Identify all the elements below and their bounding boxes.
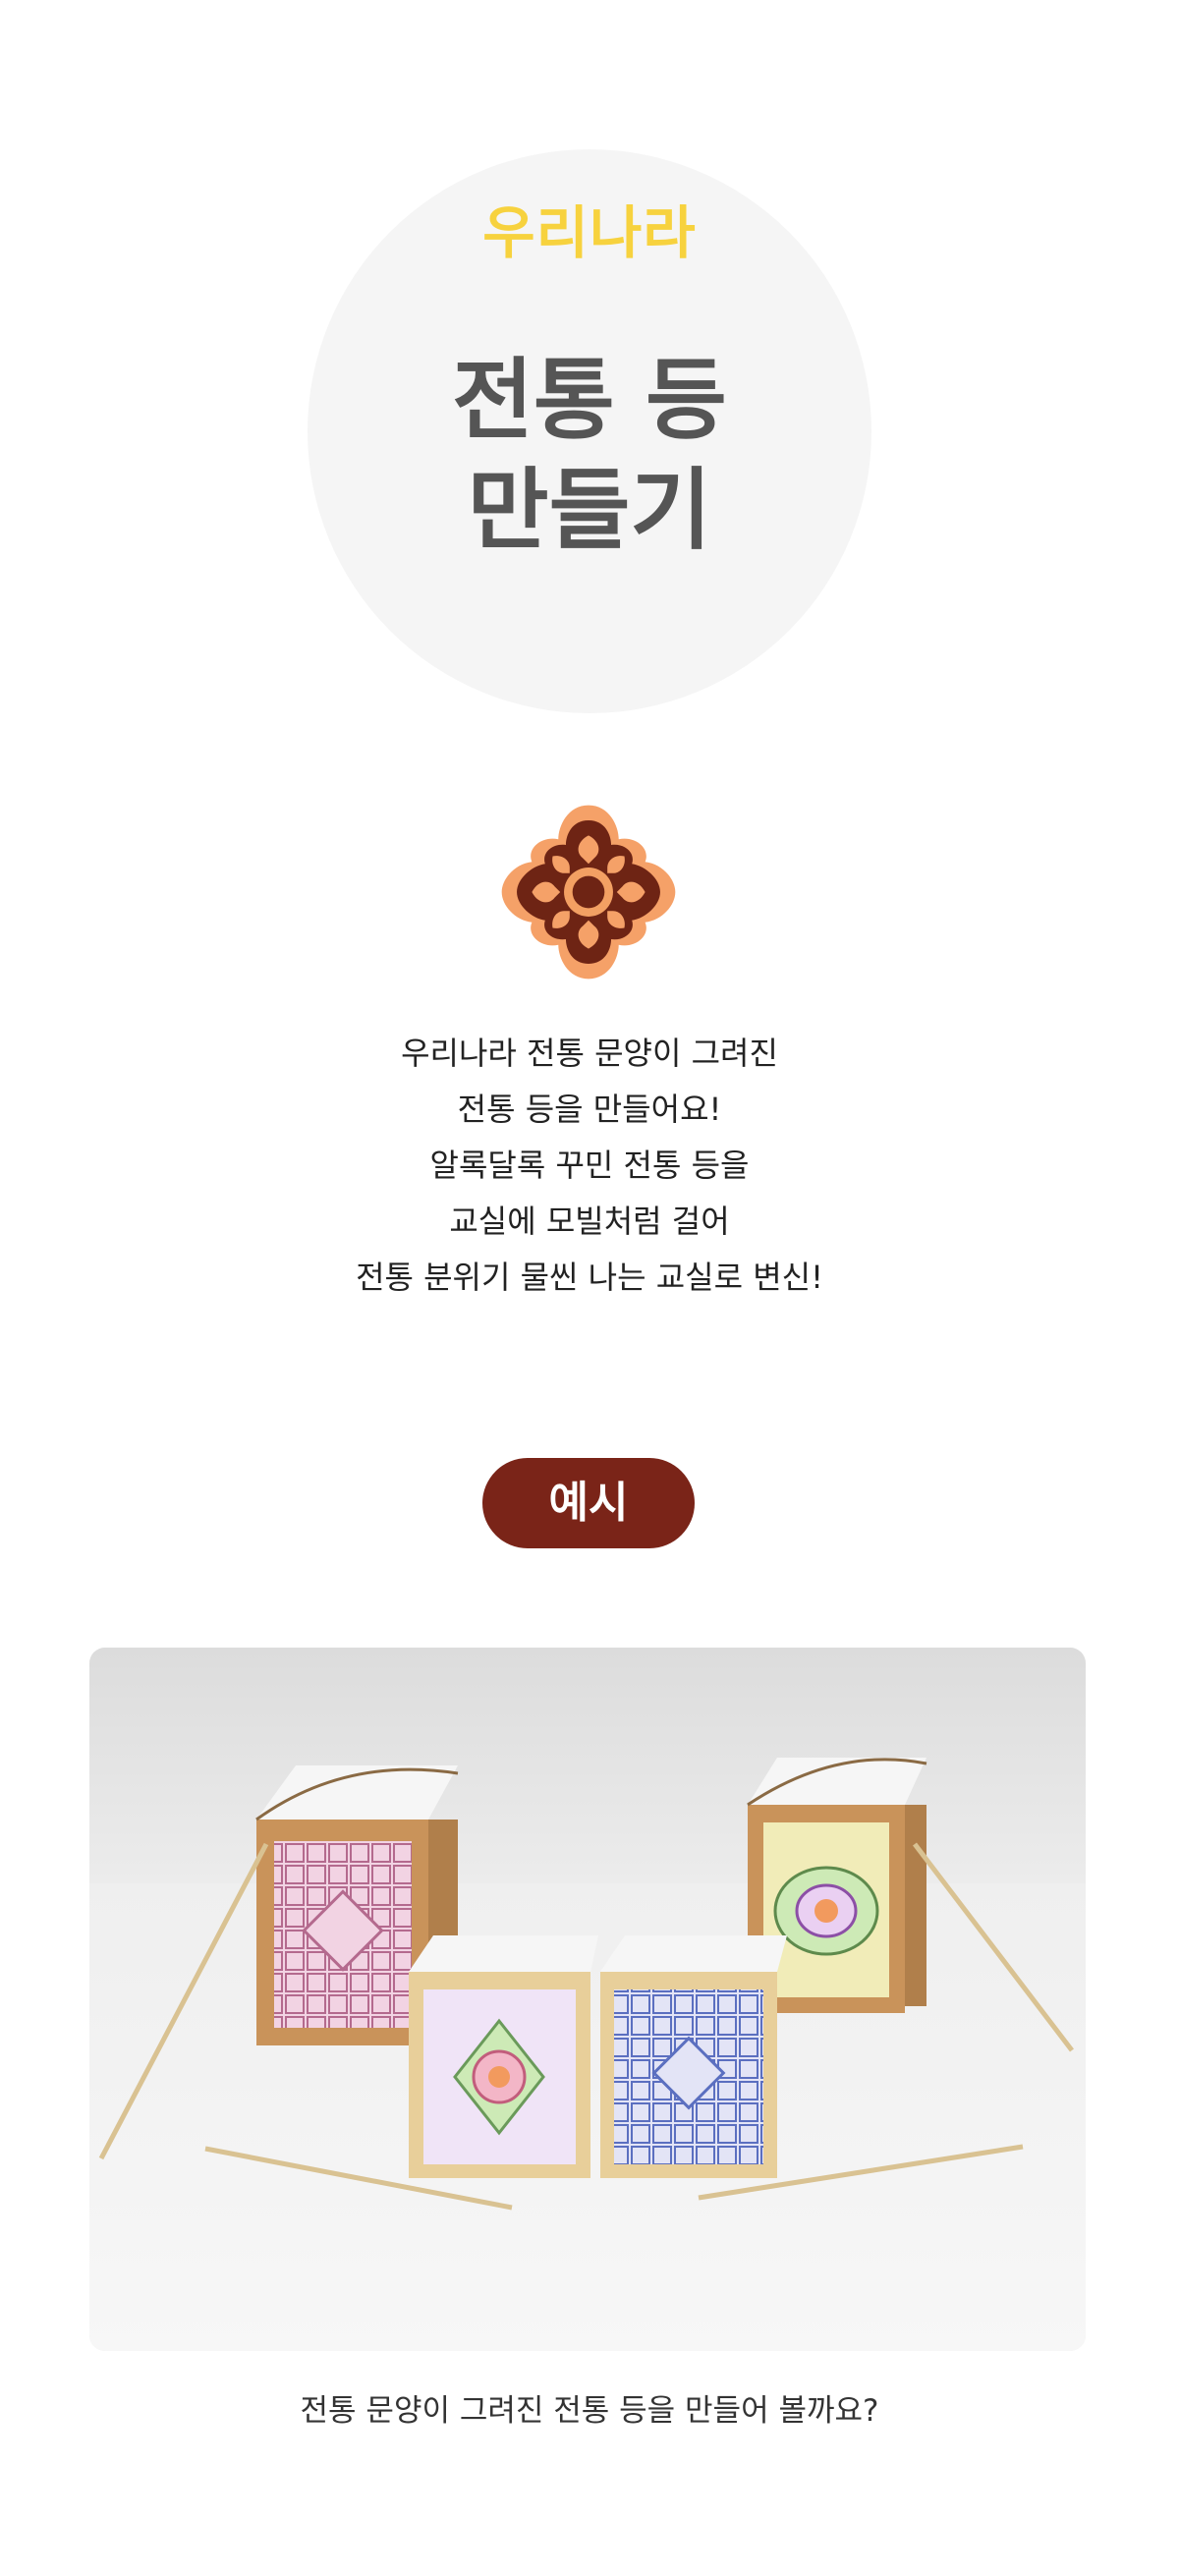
page-kicker: 우리나라 — [482, 199, 697, 266]
description-line-3: 알록달록 꾸민 전통 등을 — [429, 1147, 750, 1184]
description-line-4: 교실에 모빌처럼 걸어 — [449, 1203, 730, 1240]
caption: 전통 문양이 그려진 전통 등을 만들어 볼까요? — [300, 2393, 879, 2429]
example-badge: 예시 — [482, 1458, 695, 1548]
description-line-1: 우리나라 전통 문양이 그려진 — [401, 1035, 778, 1072]
four-paper-lanterns-photo — [89, 1648, 1086, 2351]
description: 우리나라 전통 문양이 그려진 전통 등을 만들어요! 알록달록 꾸민 전통 등… — [0, 1026, 1179, 1306]
description-line-5: 전통 분위기 물씬 나는 교실로 변신! — [356, 1259, 823, 1296]
title-line-1: 전통 등 — [452, 349, 727, 452]
traditional-flower-pattern-icon — [501, 805, 676, 980]
title-line-2: 만들기 — [467, 459, 712, 562]
description-line-2: 전통 등을 만들어요! — [457, 1091, 722, 1128]
page-title: 전통 등 만들기 — [0, 346, 1179, 566]
